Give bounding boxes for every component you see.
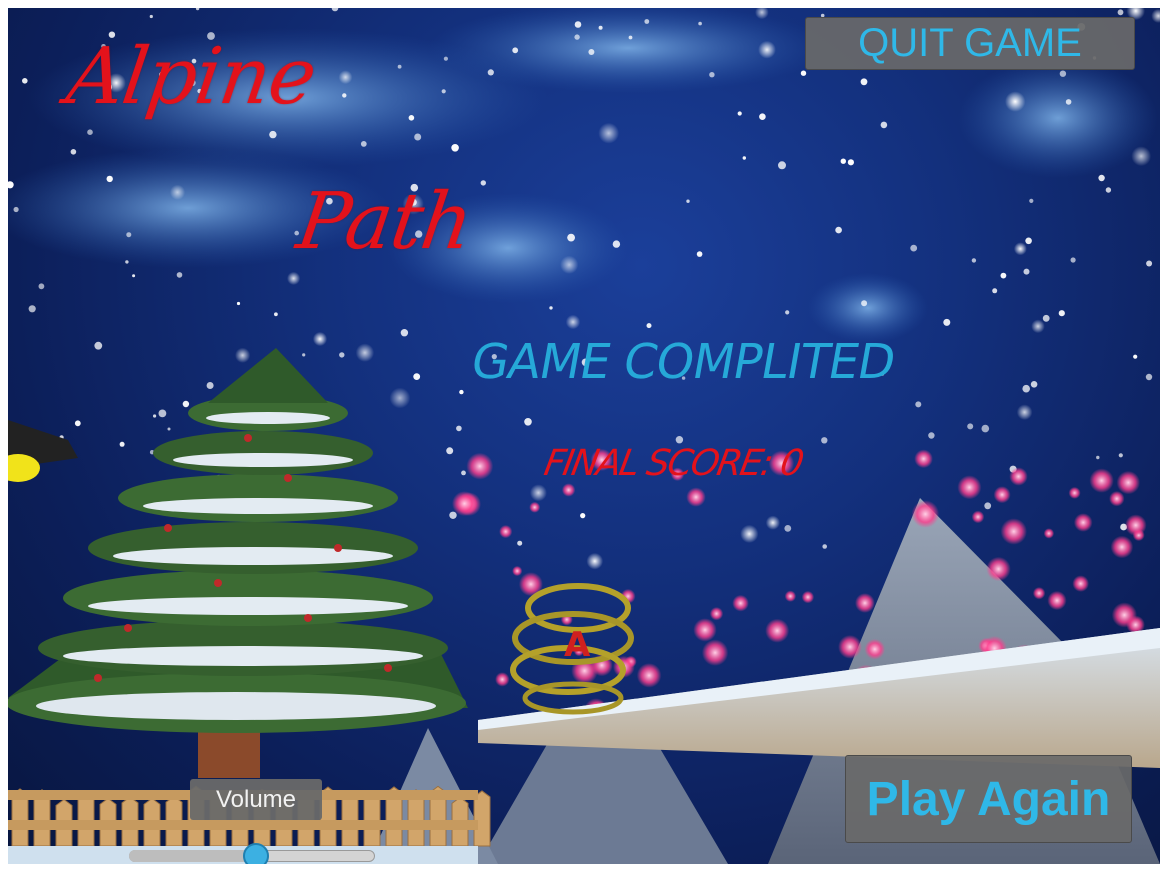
- play-again-button[interactable]: Play Again: [845, 755, 1132, 843]
- background-scene: A: [8, 8, 1160, 864]
- gold-rings-pickup: A: [510, 583, 634, 715]
- volume-slider-handle[interactable]: [243, 843, 269, 864]
- street-lamp: [8, 420, 78, 482]
- game-completed-heading: GAME COMPLITED: [466, 334, 900, 390]
- volume-slider-fill: [129, 850, 256, 862]
- quit-game-button[interactable]: QUIT GAME: [805, 17, 1135, 70]
- game-title-line1: Alpine: [61, 32, 321, 122]
- christmas-tree: [8, 348, 468, 778]
- game-scene: A Alpine Path GAME COMPLITED FINAL SCORE…: [8, 8, 1160, 864]
- volume-slider[interactable]: [129, 843, 375, 864]
- svg-text:A: A: [564, 625, 591, 665]
- final-score-text: FINAL SCORE: 0: [540, 443, 806, 484]
- game-title-line2: Path: [291, 177, 478, 267]
- volume-label: Volume: [190, 779, 322, 820]
